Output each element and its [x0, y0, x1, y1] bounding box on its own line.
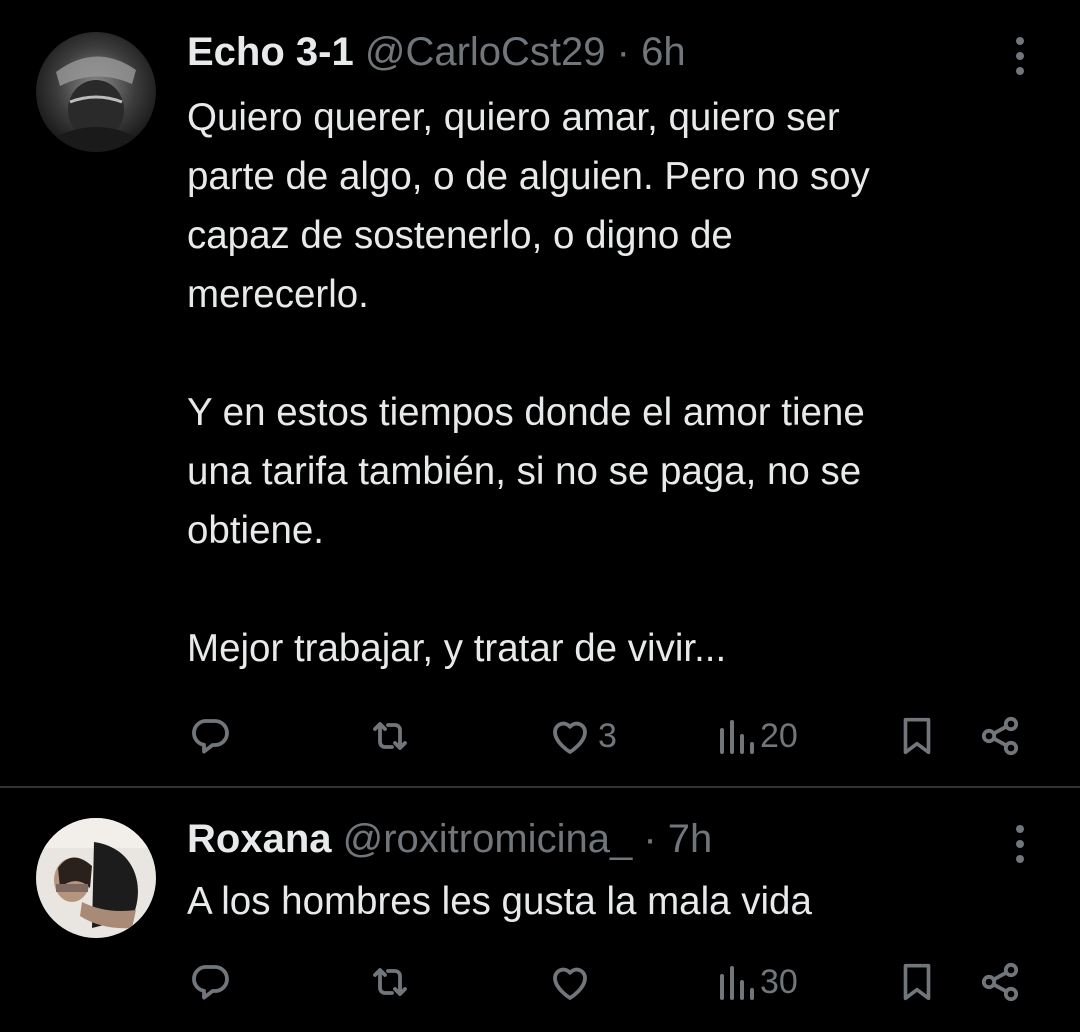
views-button[interactable]: 20 [716, 706, 798, 766]
text-line: parte de algo, o de alguien. Pero no soy [187, 155, 870, 198]
text-line: capaz de sostenerlo, o digno de [187, 214, 733, 257]
text-line: obtiene. [187, 509, 325, 552]
text-line: una tarifa también, si no se paga, no se [187, 450, 862, 493]
tweet-header: Echo 3-1 @CarloCst29 · 6h [187, 28, 686, 76]
repost-button[interactable] [364, 952, 420, 1012]
display-name[interactable]: Roxana [187, 817, 332, 861]
views-count: 20 [760, 716, 798, 755]
more-icon[interactable] [1000, 814, 1040, 874]
separator: · [616, 30, 630, 74]
user-handle[interactable]: @CarloCst29 [365, 30, 606, 74]
timestamp[interactable]: 7h [668, 817, 713, 861]
tweet-text: Quiero querer, quiero amar, quiero ser p… [187, 88, 1037, 678]
bookmark-icon [903, 963, 931, 1001]
reply-icon [192, 719, 229, 754]
reply-icon [192, 965, 229, 1000]
text-line [187, 324, 1037, 383]
timestamp[interactable]: 6h [641, 30, 686, 74]
share-icon [981, 962, 1019, 1002]
like-button[interactable] [546, 952, 598, 1012]
bookmark-button[interactable] [894, 706, 940, 766]
share-button[interactable] [976, 706, 1024, 766]
bookmark-icon [903, 717, 931, 755]
like-icon [553, 967, 587, 1000]
action-bar: 3 20 [0, 706, 1080, 766]
like-icon [553, 721, 587, 754]
more-icon[interactable] [1000, 26, 1040, 86]
bookmark-button[interactable] [894, 952, 940, 1012]
text-line: A los hombres les gusta la mala vida [187, 880, 812, 923]
text-line: merecerlo. [187, 273, 369, 316]
share-button[interactable] [976, 952, 1024, 1012]
avatar[interactable] [36, 818, 156, 938]
text-line [187, 560, 1037, 619]
repost-button[interactable] [364, 706, 420, 766]
reply-button[interactable] [186, 706, 238, 766]
text-line: Mejor trabajar, y tratar de vivir... [187, 627, 727, 670]
views-count: 30 [760, 962, 798, 1001]
tweet-text: A los hombres les gusta la mala vida [187, 872, 1037, 931]
share-icon [981, 716, 1019, 756]
repost-icon [373, 968, 407, 996]
text-line: Quiero querer, quiero amar, quiero ser [187, 96, 840, 139]
views-icon [720, 966, 754, 1000]
like-count: 3 [598, 716, 617, 755]
avatar[interactable] [36, 32, 156, 152]
user-handle[interactable]: @roxitromicina_ [343, 817, 633, 861]
tweet-header: Roxana @roxitromicina_ · 7h [187, 815, 712, 863]
repost-icon [373, 722, 407, 750]
views-icon [720, 720, 754, 754]
views-button[interactable]: 30 [716, 952, 798, 1012]
tweet[interactable]: Echo 3-1 @CarloCst29 · 6h Quiero querer,… [0, 0, 1080, 786]
text-line: Y en estos tiempos donde el amor tiene [187, 391, 865, 434]
separator: · [643, 817, 657, 861]
tweet[interactable]: Roxana @roxitromicina_ · 7h A los hombre… [0, 788, 1080, 1032]
display-name[interactable]: Echo 3-1 [187, 30, 354, 74]
like-button[interactable]: 3 [546, 706, 617, 766]
action-bar: 30 [0, 952, 1080, 1012]
reply-button[interactable] [186, 952, 238, 1012]
